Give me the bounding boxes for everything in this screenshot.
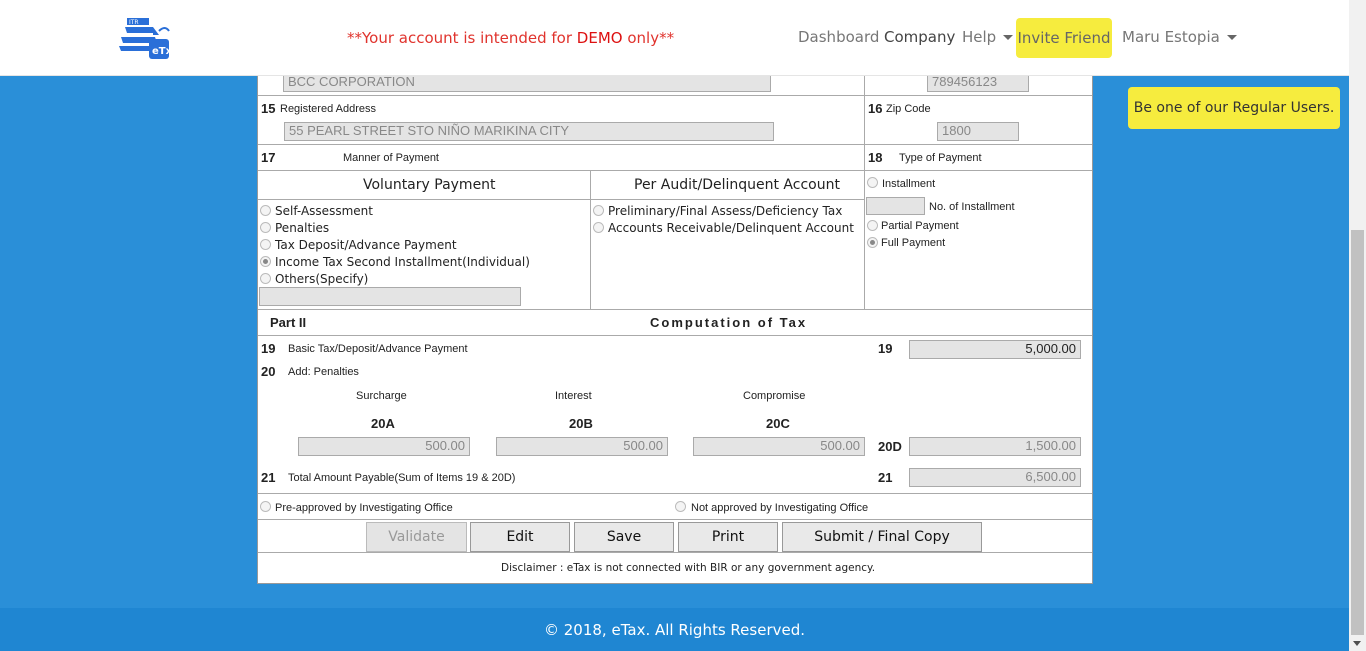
code-20c: 20C	[766, 416, 790, 431]
code-20a: 20A	[371, 416, 395, 431]
item-21-number: 21	[261, 470, 276, 485]
surcharge-field[interactable]: 500.00	[298, 437, 470, 456]
item-19-number: 19	[261, 341, 276, 356]
self-assessment-label: Self-Assessment	[275, 204, 373, 218]
item-20-number: 20	[261, 364, 276, 379]
svg-text:ITR: ITR	[129, 19, 139, 26]
others-specify-field[interactable]	[259, 287, 521, 306]
type-of-payment-label: Type of Payment	[899, 152, 982, 164]
disclaimer-text: Disclaimer : eTax is not connected with …	[501, 562, 876, 574]
copyright-text: © 2018, eTax. All Rights Reserved.	[543, 620, 806, 639]
zip-code-field[interactable]: 1800	[937, 122, 1019, 141]
tax-form: BCC CORPORATION 789456123 15 Registered …	[257, 62, 1093, 584]
partial-payment-radio[interactable]	[867, 220, 878, 231]
full-payment-radio[interactable]	[867, 237, 878, 248]
no-of-installment-label: No. of Installment	[929, 201, 1015, 213]
demo-account-notice: **Your account is intended for DEMO only…	[347, 29, 675, 47]
print-button[interactable]: Print	[678, 522, 778, 552]
registered-address-field[interactable]: 55 PEARL STREET STO NIÑO MARIKINA CITY	[284, 122, 774, 141]
code-20b: 20B	[569, 416, 593, 431]
edit-button[interactable]: Edit	[470, 522, 570, 552]
manner-of-payment-label: Manner of Payment	[343, 152, 439, 164]
total-amount-field[interactable]: 6,500.00	[909, 468, 1081, 487]
add-penalties-label: Add: Penalties	[288, 366, 359, 378]
regular-users-banner[interactable]: Be one of our Regular Users.	[1128, 87, 1340, 129]
part-2-label: Part II	[270, 315, 307, 330]
page-footer: © 2018, eTax. All Rights Reserved.	[0, 608, 1349, 651]
zip-code-label: Zip Code	[886, 103, 931, 115]
self-assessment-radio[interactable]	[260, 205, 271, 216]
others-label: Others(Specify)	[275, 272, 369, 286]
preliminary-assess-label: Preliminary/Final Assess/Deficiency Tax	[608, 204, 843, 218]
installment-radio[interactable]	[867, 177, 878, 188]
others-radio[interactable]	[260, 273, 271, 284]
item-17-number: 17	[261, 150, 276, 165]
accounts-receivable-radio[interactable]	[593, 222, 604, 233]
compromise-field[interactable]: 500.00	[693, 437, 865, 456]
partial-payment-label: Partial Payment	[881, 220, 959, 232]
user-name: Maru Estopia	[1122, 28, 1220, 46]
validate-button[interactable]: Validate	[366, 522, 467, 552]
nav-help-dropdown[interactable]: Help	[962, 28, 1014, 46]
pre-approved-radio[interactable]	[260, 501, 271, 512]
item-16-number: 16	[868, 101, 883, 116]
audit-account-header: Per Audit/Delinquent Account	[634, 177, 840, 193]
nav-company[interactable]: Company	[884, 28, 955, 46]
top-navbar: ITR eTx **Your account is intended for D…	[0, 0, 1349, 76]
pre-approved-label: Pre-approved by Investigating Office	[275, 502, 453, 514]
item-21-number-right: 21	[878, 470, 893, 485]
not-approved-radio[interactable]	[675, 501, 686, 512]
nav-dashboard[interactable]: Dashboard	[798, 28, 879, 46]
basic-tax-label: Basic Tax/Deposit/Advance Payment	[288, 343, 468, 355]
svg-text:eTx: eTx	[152, 46, 171, 57]
second-installment-radio[interactable]	[260, 256, 271, 267]
second-installment-label: Income Tax Second Installment(Individual…	[275, 255, 530, 269]
preliminary-assess-radio[interactable]	[593, 205, 604, 216]
not-approved-label: Not approved by Investigating Office	[691, 502, 869, 514]
nav-help-label: Help	[962, 28, 997, 46]
nav-user-dropdown[interactable]: Maru Estopia	[1122, 28, 1237, 46]
chevron-down-icon	[1226, 35, 1237, 40]
basic-tax-field[interactable]: 5,000.00	[909, 340, 1081, 359]
penalties-radio[interactable]	[260, 222, 271, 233]
computation-title: Computation of Tax	[650, 315, 808, 330]
total-penalties-field[interactable]: 1,500.00	[909, 437, 1081, 456]
installment-label: Installment	[882, 178, 936, 190]
submit-final-copy-button[interactable]: Submit / Final Copy	[782, 522, 982, 552]
item-18-number: 18	[868, 150, 883, 165]
full-payment-label: Full Payment	[881, 237, 946, 249]
voluntary-payment-header: Voluntary Payment	[363, 177, 496, 193]
total-amount-label: Total Amount Payable(Sum of Items 19 & 2…	[288, 472, 516, 484]
registered-address-label: Registered Address	[280, 103, 376, 115]
item-15-number: 15	[261, 101, 276, 116]
interest-label: Interest	[555, 390, 592, 402]
invite-friend-button[interactable]: Invite Friend	[1016, 18, 1112, 58]
save-button[interactable]: Save	[574, 522, 674, 552]
page-scrollbar[interactable]	[1349, 0, 1366, 651]
tax-deposit-label: Tax Deposit/Advance Payment	[275, 238, 457, 252]
accounts-receivable-label: Accounts Receivable/Delinquent Account	[608, 221, 854, 235]
surcharge-label: Surcharge	[356, 390, 407, 402]
tax-deposit-radio[interactable]	[260, 239, 271, 250]
penalties-label: Penalties	[275, 221, 330, 235]
scrollbar-thumb[interactable]	[1351, 230, 1364, 635]
compromise-label: Compromise	[743, 390, 806, 402]
chevron-down-icon	[1003, 35, 1014, 40]
etax-logo[interactable]: ITR eTx	[119, 13, 173, 63]
item-19-number-right: 19	[878, 341, 893, 356]
code-20d: 20D	[878, 439, 902, 454]
interest-field[interactable]: 500.00	[496, 437, 668, 456]
scroll-down-arrow-icon[interactable]	[1353, 641, 1361, 646]
no-of-installment-field[interactable]	[866, 197, 925, 215]
